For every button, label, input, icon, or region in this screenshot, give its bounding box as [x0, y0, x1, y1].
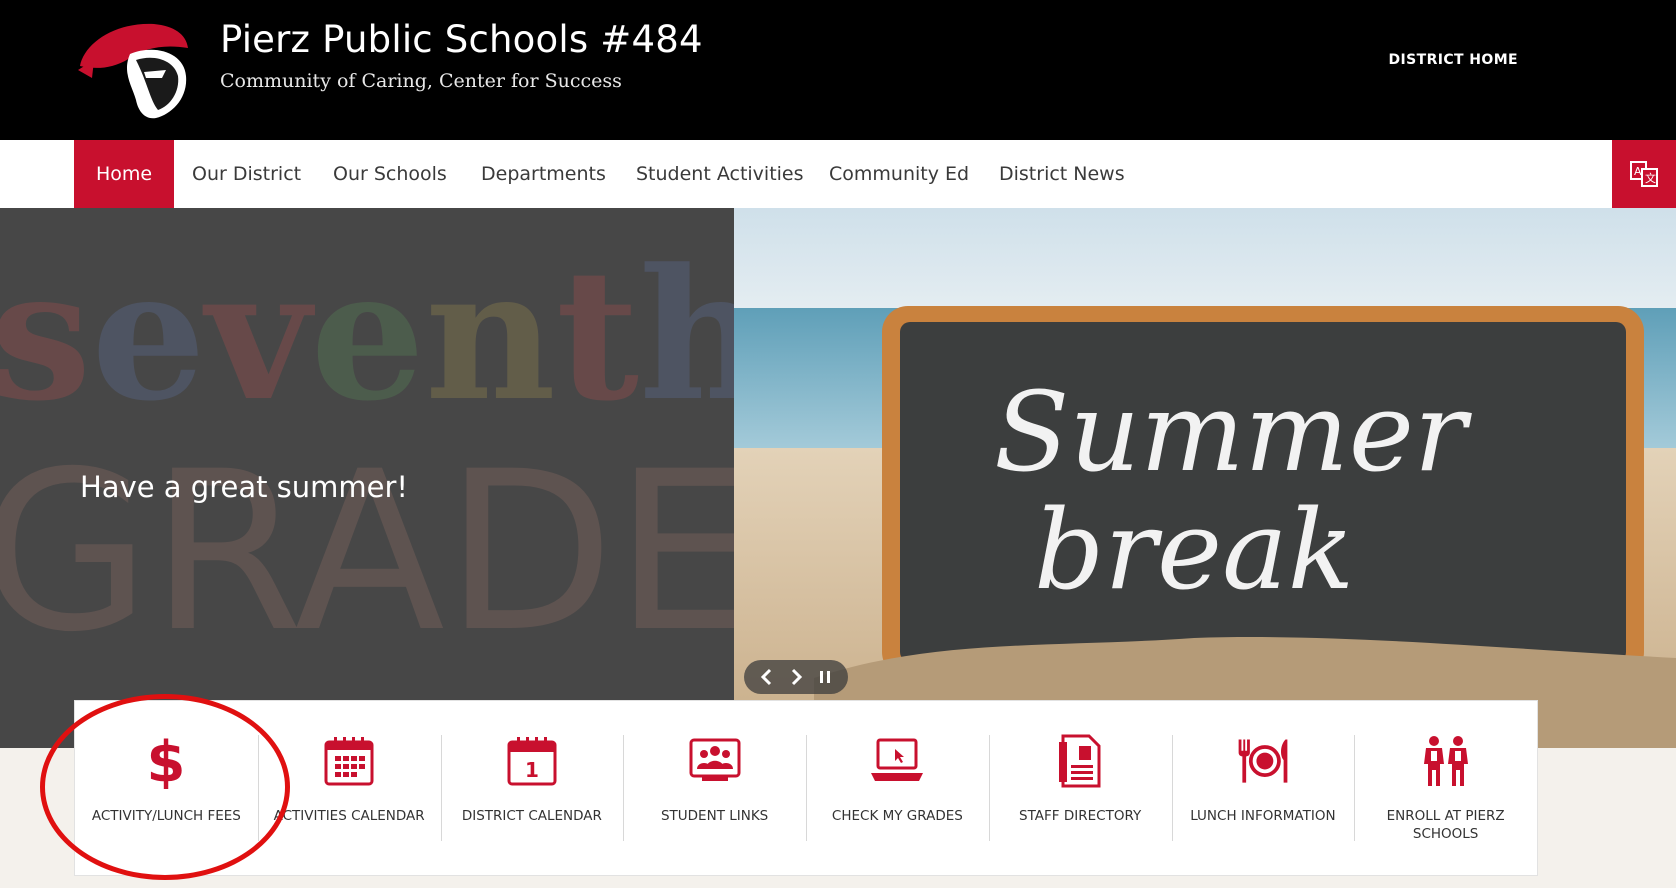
hero-slider: seventh GRADE Have a great summer! Summe… — [0, 208, 1676, 748]
quicklink-label: ACTIVITIES CALENDAR — [273, 808, 425, 824]
quicklink-student-links[interactable]: STUDENT LINKS — [623, 701, 806, 875]
svg-text:Summer: Summer — [994, 368, 1473, 496]
hero-left-image: seventh GRADE Have a great summer! — [0, 208, 734, 748]
main-nav: Home Our District Our Schools Department… — [0, 140, 1676, 208]
district-home-link[interactable]: DISTRICT HOME — [1389, 52, 1518, 68]
slider-controls — [744, 660, 848, 694]
quicklink-label: DISTRICT CALENDAR — [461, 808, 602, 824]
pause-icon[interactable] — [817, 667, 833, 687]
site-header: Pierz Public Schools #484 Community of C… — [0, 0, 1676, 140]
quicklink-enroll[interactable]: ENROLL AT PIERZ SCHOOLS — [1354, 701, 1537, 875]
chevron-right-icon[interactable] — [788, 667, 804, 687]
calendar-day-number: 1 — [525, 758, 539, 782]
translate-button[interactable]: A 文 — [1612, 140, 1676, 208]
group-icon — [685, 733, 745, 789]
quicklink-label: ACTIVITY/LUNCH FEES — [91, 808, 241, 824]
slide-caption: Have a great summer! — [80, 470, 409, 504]
quicklink-check-my-grades[interactable]: CHECK MY GRADES — [806, 701, 989, 875]
quicklink-label: STUDENT LINKS — [660, 808, 769, 824]
quicklink-label: CHECK MY GRADES — [831, 808, 963, 824]
plate-icon — [1233, 733, 1293, 789]
quicklink-label: STAFF DIRECTORY — [1019, 808, 1142, 824]
site-tagline: Community of Caring, Center for Success — [220, 70, 622, 92]
svg-text:break: break — [1034, 486, 1354, 614]
translate-icon: A 文 — [1630, 161, 1658, 187]
quicklink-activity-lunch-fees[interactable]: $ ACTIVITY/LUNCH FEES — [75, 701, 258, 875]
nav-our-schools[interactable]: Our Schools — [333, 140, 447, 208]
svg-text:GRADE: GRADE — [0, 424, 734, 680]
nav-departments[interactable]: Departments — [481, 140, 606, 208]
svg-text:A: A — [1634, 165, 1642, 178]
site-title[interactable]: Pierz Public Schools #484 — [220, 18, 703, 61]
dollar-icon: $ — [136, 733, 196, 789]
svg-text:文: 文 — [1645, 171, 1656, 185]
chevron-left-icon[interactable] — [759, 667, 775, 687]
directory-icon — [1050, 733, 1110, 789]
quick-links: $ ACTIVITY/LUNCH FEES ACTIVITIES CALENDA… — [74, 700, 1538, 876]
quicklink-staff-directory[interactable]: STAFF DIRECTORY — [988, 701, 1172, 875]
quicklink-label: ENROLL AT PIERZ SCHOOLS — [1386, 808, 1505, 842]
quicklink-label: LUNCH INFORMATION — [1190, 808, 1336, 824]
nav-our-district[interactable]: Our District — [192, 140, 301, 208]
school-logo[interactable] — [74, 14, 198, 124]
hero-right-image: Summer break — [734, 208, 1676, 748]
quicklink-activities-calendar[interactable]: ACTIVITIES CALENDAR — [257, 701, 441, 875]
quicklink-district-calendar[interactable]: 1 DISTRICT CALENDAR — [440, 701, 624, 875]
laptop-icon — [867, 733, 927, 789]
svg-text:seventh: seventh — [0, 230, 734, 441]
nav-home[interactable]: Home — [74, 140, 175, 208]
nav-community-ed[interactable]: Community Ed — [829, 140, 969, 208]
calendar-grid-icon — [319, 733, 379, 789]
nav-district-news[interactable]: District News — [999, 140, 1125, 208]
students-icon — [1416, 733, 1476, 789]
quicklink-lunch-information[interactable]: LUNCH INFORMATION — [1171, 701, 1355, 875]
nav-student-activities[interactable]: Student Activities — [636, 140, 804, 208]
calendar-day-icon: 1 — [502, 733, 562, 789]
svg-text:$: $ — [147, 733, 186, 789]
